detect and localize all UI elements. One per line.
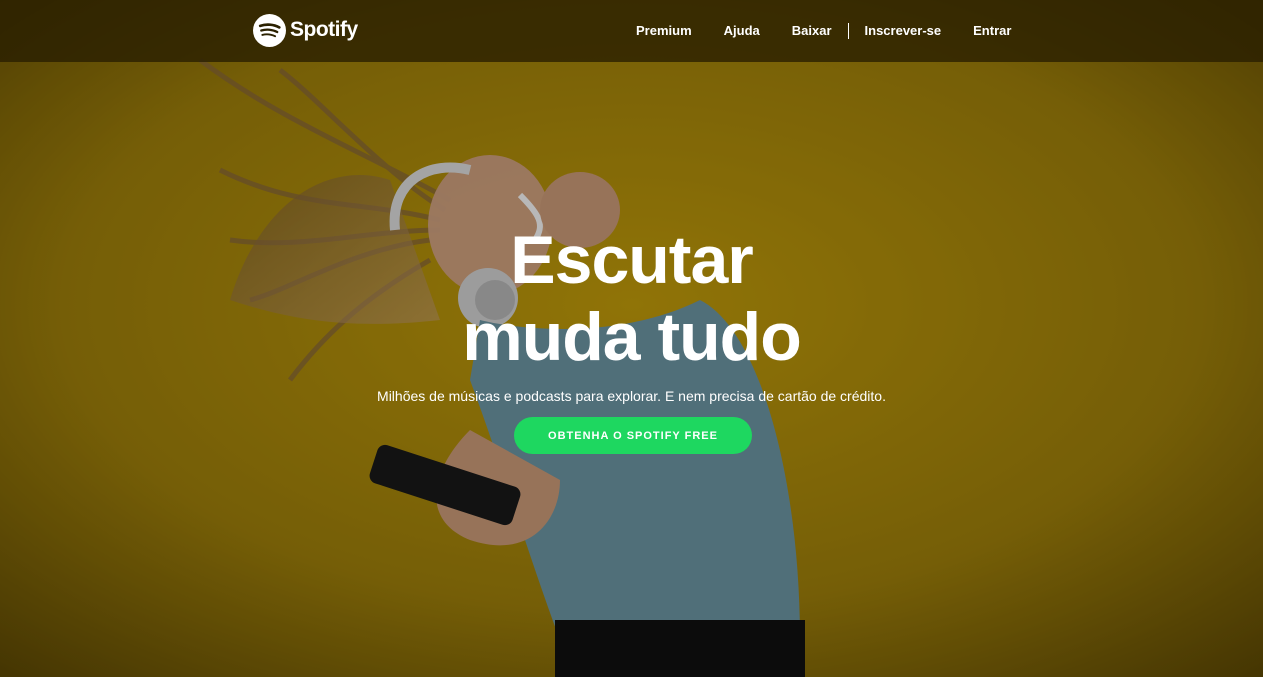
spotify-logo-link[interactable]: Spotify [253,13,358,47]
hero-section: Escutar muda tudo Milhões de músicas e p… [0,0,1263,677]
nav-download-link[interactable]: Baixar [776,23,848,39]
main-nav: Premium Ajuda Baixar Inscrever-se Entrar [620,0,1027,62]
page: Spotify Premium Ajuda Baixar Inscrever-s… [0,0,1263,677]
nav-help-link[interactable]: Ajuda [708,23,776,39]
top-navbar: Spotify Premium Ajuda Baixar Inscrever-s… [0,0,1263,62]
spotify-logo-icon [253,13,286,47]
nav-premium-link[interactable]: Premium [620,23,708,39]
hero-subtitle: Milhões de músicas e podcasts para explo… [377,388,886,404]
nav-login-link[interactable]: Entrar [957,23,1027,39]
hero-headline-line1: Escutar [510,222,753,298]
spotify-logo-text: Spotify [290,18,358,41]
nav-signup-link[interactable]: Inscrever-se [849,23,958,39]
hero-headline: Escutar muda tudo [0,222,1263,376]
hero-headline-line2: muda tudo [462,299,802,375]
get-spotify-free-button[interactable]: OBTENHA O SPOTIFY FREE [514,417,752,454]
